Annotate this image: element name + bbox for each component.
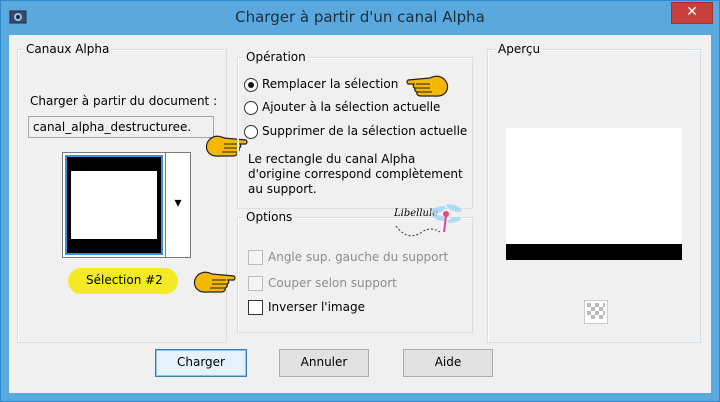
load-button[interactable]: Charger (155, 349, 247, 377)
pointing-hand-icon (193, 271, 236, 293)
channel-selector[interactable] (62, 152, 166, 258)
alpha-channels-group: Canaux Alpha Charger à partir du documen… (17, 42, 248, 343)
checkbox-invert-image[interactable] (248, 300, 263, 315)
radio-replace-label[interactable]: Remplacer la sélection (262, 77, 398, 91)
operation-group: Opération Remplacer la sélection Ajouter… (237, 50, 473, 209)
radio-subtract-label[interactable]: Supprimer de la sélection actuelle (262, 124, 467, 138)
pointing-hand-icon-replace (406, 75, 449, 97)
window-title: Charger à partir d'un canal Alpha (235, 8, 485, 26)
dialog-body: Canaux Alpha Charger à partir du documen… (9, 35, 711, 393)
transparency-grid-icon[interactable] (584, 300, 608, 324)
operation-description-line1: Le rectangle du canal Alpha (248, 152, 416, 166)
dragonfly-icon (395, 204, 462, 237)
radio-add-label[interactable]: Ajouter à la sélection actuelle (262, 100, 440, 114)
cancel-button[interactable]: Annuler (279, 349, 369, 377)
channel-dropdown-button[interactable]: ▾ (166, 152, 191, 258)
preview-group: Aperçu (487, 42, 701, 343)
checkbox-crop-to-canvas-label: Couper selon support (268, 276, 397, 290)
operation-legend: Opération (244, 50, 308, 64)
checkbox-top-left-corner[interactable] (248, 250, 263, 265)
options-group: Options Libellule Angle sup. gauche du s… (237, 204, 473, 333)
load-from-label: Charger à partir du document : (30, 94, 218, 108)
operation-description-line3: au support. (248, 182, 317, 196)
radio-subtract[interactable] (244, 125, 258, 139)
chevron-down-icon: ▾ (174, 195, 182, 211)
title-bar[interactable]: Charger à partir d'un canal Alpha ✕ (1, 1, 719, 35)
channel-thumbnail (65, 155, 163, 255)
checkbox-crop-to-canvas[interactable] (248, 276, 263, 291)
help-button[interactable]: Aide (403, 349, 493, 377)
dialog-window: Charger à partir d'un canal Alpha ✕ Cana… (0, 0, 720, 402)
checkbox-invert-image-label[interactable]: Inverser l'image (268, 300, 365, 314)
options-legend: Options (244, 210, 295, 224)
preview-legend: Aperçu (496, 42, 543, 56)
alpha-channels-legend: Canaux Alpha (24, 42, 112, 56)
preview-canvas (506, 128, 682, 260)
document-field[interactable]: canal_alpha_destructuree. (28, 116, 214, 138)
close-button[interactable]: ✕ (671, 2, 713, 24)
checkbox-top-left-corner-label: Angle sup. gauche du support (268, 250, 449, 264)
selection-name: Sélection #2 (86, 273, 163, 287)
radio-replace[interactable] (244, 78, 258, 92)
operation-description-line2: d'origine correspond complètement (248, 167, 463, 181)
radio-add[interactable] (244, 101, 258, 115)
